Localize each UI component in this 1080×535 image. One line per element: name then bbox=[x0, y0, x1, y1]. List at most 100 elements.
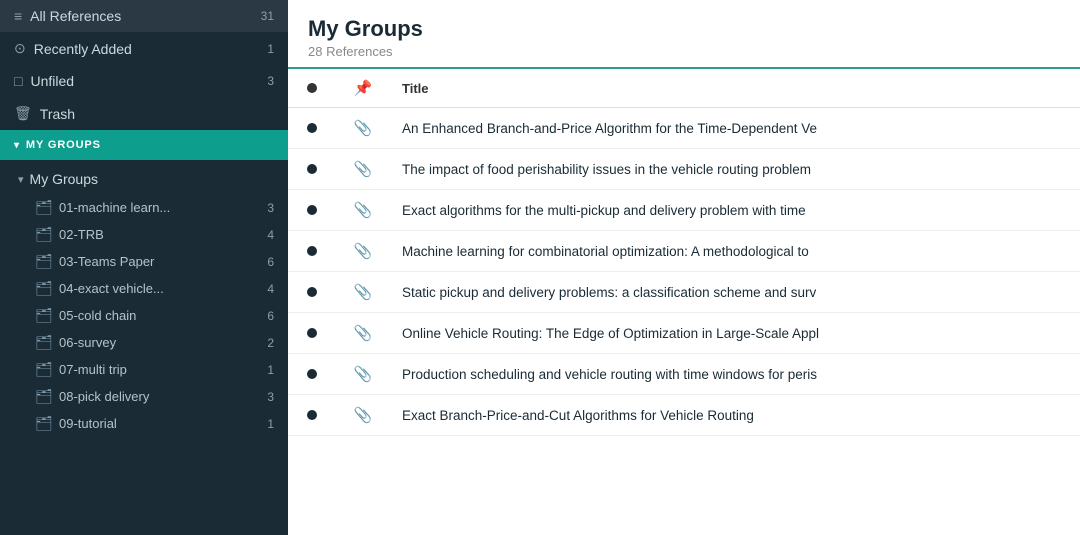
sidebar-item-unfiled[interactable]: □ Unfiled 3 bbox=[0, 65, 288, 97]
folder-icon: 🗂 bbox=[36, 255, 52, 268]
my-groups-expand-row[interactable]: ▾ My Groups bbox=[0, 164, 288, 194]
sidebar-item-label: Unfiled bbox=[30, 73, 74, 89]
clock-icon: ⊙ bbox=[14, 40, 26, 57]
title-cell[interactable]: Machine learning for combinatorial optim… bbox=[390, 231, 1080, 272]
read-indicator bbox=[288, 354, 336, 395]
main-content: My Groups 28 References 📌 Title 📎A bbox=[288, 0, 1080, 535]
read-indicator bbox=[288, 231, 336, 272]
folder-icon: 🗂 bbox=[36, 201, 52, 214]
table-row[interactable]: 📎 Production scheduling and vehicle routi… bbox=[288, 354, 1080, 395]
read-indicator bbox=[288, 108, 336, 149]
paperclip-icon: 📎 bbox=[354, 284, 373, 301]
folder-icon: 🗂 bbox=[36, 228, 52, 241]
group-count: 3 bbox=[267, 201, 274, 215]
group-section: ▾ My Groups 🗂 01-machine learn... 3 🗂 02… bbox=[0, 160, 288, 441]
trash-icon: 🗑 bbox=[14, 105, 32, 122]
folder-icon: 🗂 bbox=[36, 282, 52, 295]
paperclip-icon: 📎 bbox=[354, 120, 373, 137]
group-item-label: 03-Teams Paper bbox=[59, 254, 154, 269]
group-count: 3 bbox=[267, 390, 274, 404]
table-row[interactable]: 📎Exact Branch-Price-and-Cut Algorithms f… bbox=[288, 395, 1080, 436]
group-item-06[interactable]: 🗂 06-survey 2 bbox=[0, 329, 288, 356]
read-dot-icon bbox=[307, 164, 317, 174]
attachment-cell: 📎 bbox=[336, 272, 390, 313]
group-item-03[interactable]: 🗂 03-Teams Paper 6 bbox=[0, 248, 288, 275]
sidebar-item-all-references[interactable]: ≡ All References 31 bbox=[0, 0, 288, 32]
group-item-04[interactable]: 🗂 04-exact vehicle... 4 bbox=[0, 275, 288, 302]
folder-icon: 🗂 bbox=[36, 309, 52, 322]
read-dot-icon bbox=[307, 410, 317, 420]
read-indicator bbox=[288, 190, 336, 231]
title-cell[interactable]: Static pickup and delivery problems: a c… bbox=[390, 272, 1080, 313]
table-row[interactable]: 📎 An Enhanced Branch-and-Price Algorithm … bbox=[288, 108, 1080, 149]
group-count: 6 bbox=[267, 255, 274, 269]
title-cell[interactable]: The impact of food perishability issues … bbox=[390, 149, 1080, 190]
folder-icon: 🗂 bbox=[36, 417, 52, 430]
attachment-cell: 📎 bbox=[336, 354, 390, 395]
table-row[interactable]: 📎The impact of food perishability issues… bbox=[288, 149, 1080, 190]
my-groups-header-label: MY GROUPS bbox=[26, 139, 101, 151]
group-item-01[interactable]: 🗂 01-machine learn... 3 bbox=[0, 194, 288, 221]
group-item-label: 05-cold chain bbox=[59, 308, 136, 323]
title-cell[interactable]: Exact algorithms for the multi-pickup an… bbox=[390, 190, 1080, 231]
table-row[interactable]: 📎 Online Vehicle Routing: The Edge of Opt… bbox=[288, 313, 1080, 354]
paperclip-icon: 📎 bbox=[354, 325, 373, 342]
attachment-cell: 📎 bbox=[336, 231, 390, 272]
read-dot-icon bbox=[307, 328, 317, 338]
group-item-label: 02-TRB bbox=[59, 227, 104, 242]
sidebar-item-label: All References bbox=[30, 8, 121, 24]
references-table: 📌 Title 📎An Enhanced Branch-and-Price Al… bbox=[288, 69, 1080, 436]
table-row[interactable]: 📎 Machine learning for combinatorial opti… bbox=[288, 231, 1080, 272]
read-dot-icon bbox=[307, 246, 317, 256]
title-cell[interactable]: Online Vehicle Routing: The Edge of Opti… bbox=[390, 313, 1080, 354]
group-item-label: 09-tutorial bbox=[59, 416, 117, 431]
table-row[interactable]: 📎 Exact algorithms for the multi-pickup a… bbox=[288, 190, 1080, 231]
read-indicator bbox=[288, 313, 336, 354]
my-groups-label: My Groups bbox=[30, 171, 98, 187]
list-icon: ≡ bbox=[14, 8, 22, 24]
sidebar-item-trash[interactable]: 🗑 Trash bbox=[0, 97, 288, 130]
read-indicator bbox=[288, 272, 336, 313]
folder-icon: 🗂 bbox=[36, 336, 52, 349]
paperclip-icon: 📎 bbox=[354, 366, 373, 383]
group-item-label: 01-machine learn... bbox=[59, 200, 170, 215]
sidebar: ≡ All References 31 ⊙ Recently Added 1 □… bbox=[0, 0, 288, 535]
attachment-cell: 📎 bbox=[336, 313, 390, 354]
all-references-count: 31 bbox=[261, 9, 274, 23]
title-cell[interactable]: An Enhanced Branch-and-Price Algorithm f… bbox=[390, 108, 1080, 149]
group-item-05[interactable]: 🗂 05-cold chain 6 bbox=[0, 302, 288, 329]
group-item-07[interactable]: 🗂 07-multi trip 1 bbox=[0, 356, 288, 383]
paperclip-icon: 📎 bbox=[354, 243, 373, 260]
references-table-container[interactable]: 📌 Title 📎An Enhanced Branch-and-Price Al… bbox=[288, 69, 1080, 535]
group-item-label: 06-survey bbox=[59, 335, 116, 350]
page-title: My Groups bbox=[308, 16, 1060, 42]
unfiled-count: 3 bbox=[267, 74, 274, 88]
group-count: 4 bbox=[267, 282, 274, 296]
title-cell[interactable]: Production scheduling and vehicle routin… bbox=[390, 354, 1080, 395]
paperclip-icon: 📎 bbox=[354, 202, 373, 219]
chevron-right-icon: ▾ bbox=[18, 173, 24, 186]
read-dot-icon bbox=[307, 369, 317, 379]
chevron-down-icon: ▾ bbox=[14, 140, 20, 151]
attachment-cell: 📎 bbox=[336, 149, 390, 190]
paperclip-icon: 📌 bbox=[354, 80, 373, 97]
attachment-cell: 📎 bbox=[336, 395, 390, 436]
file-icon: □ bbox=[14, 73, 22, 89]
sidebar-item-label: Recently Added bbox=[34, 41, 132, 57]
my-groups-section-header[interactable]: ▾ MY GROUPS bbox=[0, 130, 288, 160]
group-count: 1 bbox=[267, 363, 274, 377]
table-row[interactable]: 📎 Static pickup and delivery problems: a … bbox=[288, 272, 1080, 313]
col-header-title: Title bbox=[390, 69, 1080, 108]
title-cell[interactable]: Exact Branch-Price-and-Cut Algorithms fo… bbox=[390, 395, 1080, 436]
folder-icon: 🗂 bbox=[36, 363, 52, 376]
group-count: 6 bbox=[267, 309, 274, 323]
folder-icon: 🗂 bbox=[36, 390, 52, 403]
sidebar-item-recently-added[interactable]: ⊙ Recently Added 1 bbox=[0, 32, 288, 65]
group-item-label: 04-exact vehicle... bbox=[59, 281, 164, 296]
group-item-02[interactable]: 🗂 02-TRB 4 bbox=[0, 221, 288, 248]
group-item-08[interactable]: 🗂 08-pick delivery 3 bbox=[0, 383, 288, 410]
read-indicator bbox=[288, 395, 336, 436]
read-dot-icon bbox=[307, 287, 317, 297]
group-item-label: 07-multi trip bbox=[59, 362, 127, 377]
group-item-09[interactable]: 🗂 09-tutorial 1 bbox=[0, 410, 288, 437]
